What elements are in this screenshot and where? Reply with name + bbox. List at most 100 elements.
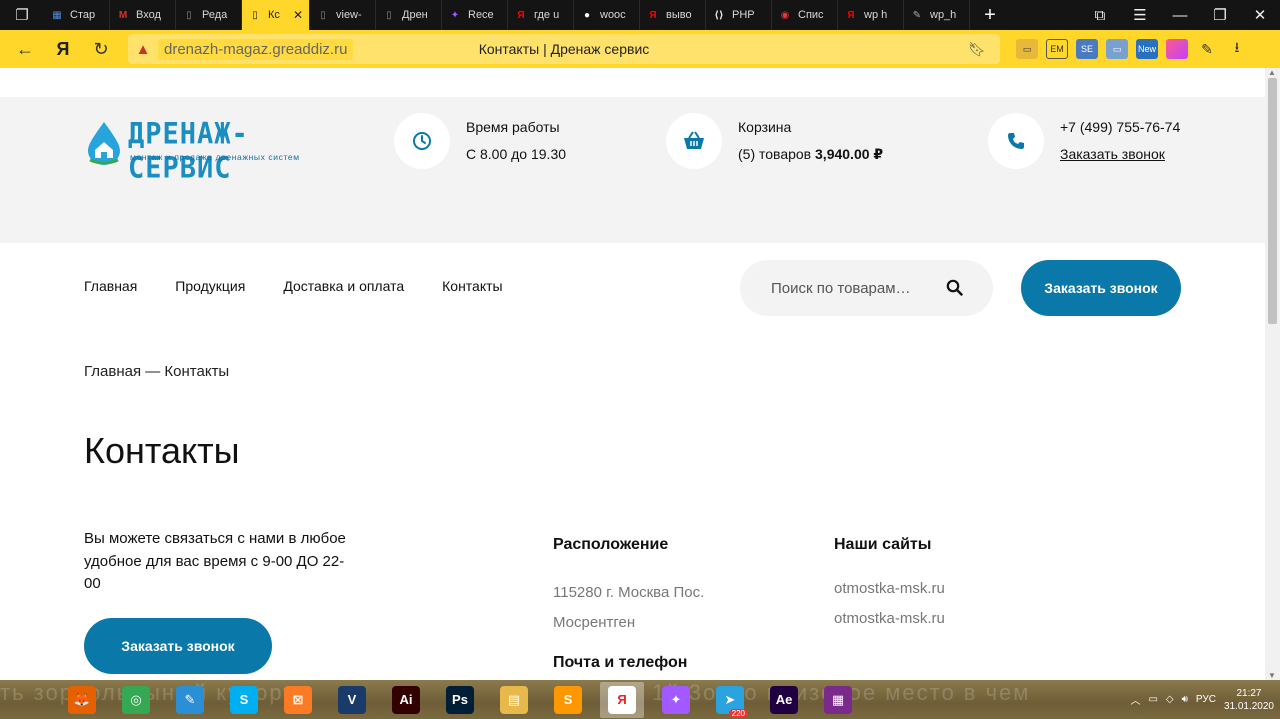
taskbar-app-paint[interactable]: ✎: [168, 682, 212, 718]
browser-tab[interactable]: ▯ Реда: [176, 0, 242, 30]
tab-label: wp_h: [930, 9, 957, 21]
taskbar-app-firefox[interactable]: 🦊: [60, 682, 104, 718]
page-viewport: ДРЕНАЖ-СЕРВИС монтаж и продажа дренажных…: [0, 68, 1265, 680]
back-button[interactable]: ←: [6, 30, 44, 68]
windows-taskbar: ть зорнольпыный курорт 1й 3очно призовое…: [0, 680, 1280, 719]
browser-tab[interactable]: ▯ Дрен: [376, 0, 442, 30]
tab-favicon-icon: ▯: [252, 9, 258, 21]
hours-value: С 8.00 до 19.30: [466, 146, 567, 162]
dropbox-icon[interactable]: ◇: [1166, 694, 1174, 705]
browser-tab[interactable]: ● wooc: [574, 0, 640, 30]
breadcrumb: Главная — Контакты: [84, 363, 230, 380]
phone-number[interactable]: +7 (499) 755-76-74: [1060, 114, 1180, 141]
omnibox[interactable]: ▲ drenazh-magaz.greaddiz.ru Контакты | Д…: [128, 34, 1000, 64]
browser-tab[interactable]: ✦ Rece: [442, 0, 508, 30]
cart-count: (5) товаров: [738, 146, 812, 162]
tab-favicon-icon: ▯: [386, 9, 392, 21]
after-effects-icon: Ae: [770, 685, 798, 714]
scroll-down-arrow-icon[interactable]: ▼: [1268, 671, 1276, 680]
phone-block: +7 (499) 755-76-74 Заказать звонок: [988, 113, 1180, 169]
browser-tab[interactable]: ▦ Стар: [44, 0, 110, 30]
tabs-overview-icon[interactable]: ❐: [0, 0, 44, 30]
page-scrollbar[interactable]: ▲ ▼: [1265, 68, 1280, 680]
tab-list: ▦ Стар M Вход ▯ Реда ▯ Кс ✕ ▯ view- ▯ Дрен ✦ Rece Ягде …: [44, 0, 970, 30]
taskbar-app-skype[interactable]: S: [222, 682, 266, 718]
url-domain[interactable]: drenazh-magaz.greaddiz.ru: [158, 38, 354, 60]
tab-favicon-icon: M: [118, 9, 128, 21]
extension-se-icon[interactable]: SE: [1076, 39, 1098, 59]
restore-button[interactable]: ❐: [1200, 0, 1240, 30]
xampp-icon: ⊠: [284, 685, 312, 714]
tab-label: выво: [666, 9, 692, 21]
taskbar-app-sublime[interactable]: S: [546, 682, 590, 718]
cart-block[interactable]: Корзина (5) товаров 3,940.00 ₽: [666, 113, 883, 169]
tray-arrow-icon[interactable]: ︿: [1130, 692, 1140, 707]
extension-new-icon[interactable]: New: [1136, 39, 1158, 59]
yandex-logo-icon[interactable]: Я: [44, 30, 82, 68]
volume-icon[interactable]: 🔊︎: [1182, 694, 1188, 705]
browser-tab[interactable]: ◉ Спис: [772, 0, 838, 30]
browser-tab[interactable]: ✎ wp_h: [904, 0, 970, 30]
extension-display-icon[interactable]: ▭: [1106, 39, 1128, 59]
nav-item-contacts[interactable]: Контакты: [442, 278, 502, 294]
nav-item-products[interactable]: Продукция: [175, 278, 245, 294]
browser-tab[interactable]: Явыво: [640, 0, 706, 30]
menu-icon[interactable]: ☰: [1120, 0, 1160, 30]
close-tab-icon[interactable]: ✕: [293, 8, 303, 22]
minimize-button[interactable]: —: [1160, 0, 1200, 30]
tab-favicon-icon: Я: [649, 9, 657, 21]
nav-item-delivery[interactable]: Доставка и оплата: [283, 278, 404, 294]
tab-label: где u: [534, 9, 560, 21]
tab-label: Дрен: [402, 9, 428, 21]
extension-gradient-icon[interactable]: [1166, 39, 1188, 59]
scroll-up-arrow-icon[interactable]: ▲: [1268, 68, 1276, 77]
order-call-button[interactable]: Заказать звонок: [1021, 260, 1181, 316]
taskbar-app-explorer[interactable]: ▤: [492, 682, 536, 718]
translate-icon[interactable]: ✎: [1196, 39, 1218, 59]
site-link[interactable]: otmostka-msk.ru: [834, 574, 945, 604]
taskbar-app-telegram[interactable]: ➤ 220: [708, 682, 752, 718]
browser-tab[interactable]: ▯ Кс ✕: [242, 0, 310, 30]
nav-item-home[interactable]: Главная: [84, 278, 137, 294]
taskbar-app-after-effects[interactable]: Ae: [762, 682, 806, 718]
browser-tab[interactable]: M Вход: [110, 0, 176, 30]
close-window-button[interactable]: ✕: [1240, 0, 1280, 30]
taskbar-app-yandex[interactable]: Я: [600, 681, 644, 718]
tab-favicon-icon: ⟨⟩: [714, 9, 724, 21]
site-logo[interactable]: ДРЕНАЖ-СЕРВИС монтаж и продажа дренажных…: [84, 117, 324, 185]
taskbar-app-figma[interactable]: ✦: [654, 682, 698, 718]
taskbar-app-photoshop[interactable]: Ps: [438, 682, 482, 718]
address-line-2: Мосрентген: [553, 614, 636, 631]
order-call-button-secondary[interactable]: Заказать звонок: [84, 618, 272, 674]
extension-em-icon[interactable]: EM: [1046, 39, 1068, 59]
new-tab-button[interactable]: +: [970, 0, 1010, 30]
basket-icon[interactable]: [666, 113, 722, 169]
taskbar-app-illustrator[interactable]: Ai: [384, 682, 428, 718]
site-link[interactable]: otmostka-msk.ru: [834, 604, 945, 634]
collections-icon[interactable]: ⧉: [1080, 0, 1120, 30]
downloads-icon[interactable]: ⭳: [1226, 39, 1248, 59]
taskbar-app-xampp[interactable]: ⊠: [276, 682, 320, 718]
insecure-warning-icon[interactable]: ▲: [128, 41, 158, 58]
window-controls: ⧉ ☰ — ❐ ✕: [1080, 0, 1280, 30]
system-tray: ︿ ▭ ◇ 🔊︎ РУС 21:27 31.01.2020: [1130, 680, 1274, 719]
browser-tab[interactable]: Ягде u: [508, 0, 574, 30]
address-line-1: 115280 г. Москва Пос.: [553, 584, 705, 601]
language-indicator[interactable]: РУС: [1196, 694, 1216, 705]
search-icon[interactable]: [946, 279, 963, 296]
scrollbar-thumb[interactable]: [1268, 78, 1277, 324]
browser-tab[interactable]: ⟨⟩ PHP: [706, 0, 772, 30]
browser-tab[interactable]: ▯ view-: [310, 0, 376, 30]
search-input[interactable]: [771, 279, 941, 297]
taskbar-app-winrar[interactable]: ▦: [816, 682, 860, 718]
extension-monitor-icon[interactable]: ▭: [1016, 39, 1038, 59]
browser-tab[interactable]: Яwp h: [838, 0, 904, 30]
phone-icon[interactable]: [988, 113, 1044, 169]
bookmark-icon[interactable]: 🔖︎: [968, 41, 986, 58]
taskbar-app-chrome[interactable]: ◎: [114, 682, 158, 718]
callback-link[interactable]: Заказать звонок: [1060, 141, 1180, 168]
taskbar-app-vegas[interactable]: V: [330, 682, 374, 718]
clock[interactable]: 21:27 31.01.2020: [1224, 687, 1274, 713]
network-icon[interactable]: ▭: [1148, 694, 1157, 705]
reload-button[interactable]: ↻: [82, 30, 120, 68]
